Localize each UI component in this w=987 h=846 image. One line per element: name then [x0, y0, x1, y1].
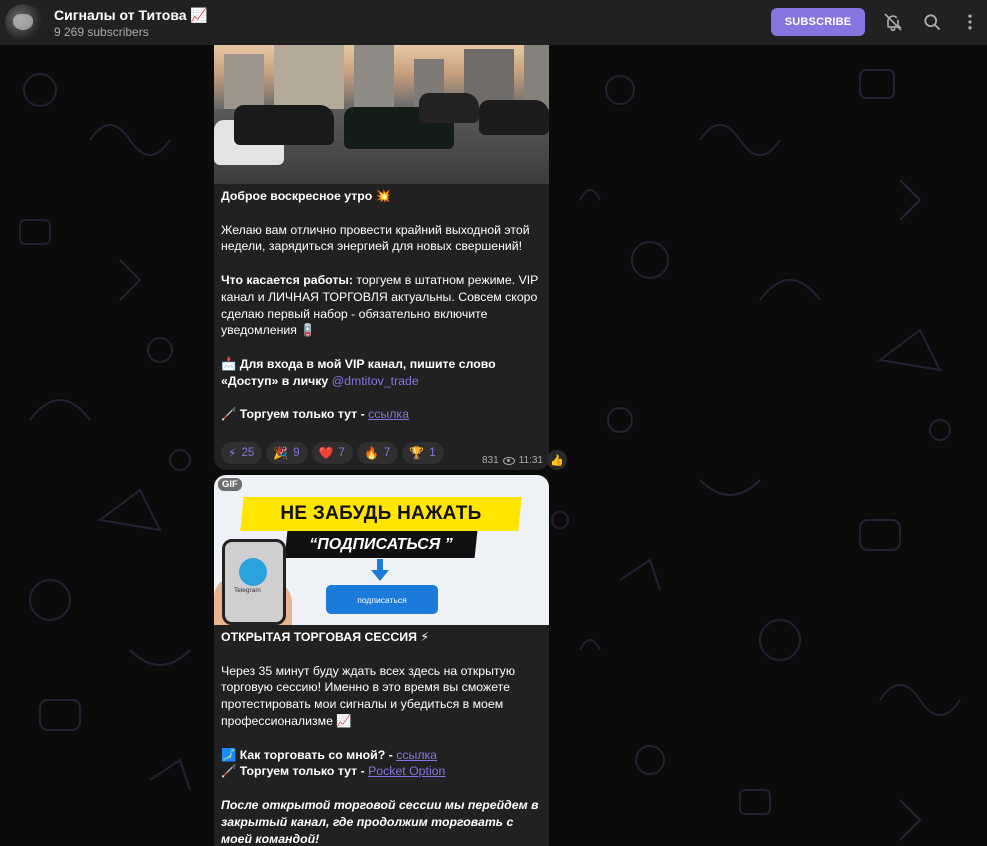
channel-info[interactable]: Сигналы от Титова 📈 9 269 subscribers: [54, 6, 208, 40]
message-text: Доброе воскресное утро 💥 Желаю вам отлич…: [214, 184, 549, 423]
search-icon[interactable]: [922, 12, 942, 32]
party-popper-icon: 🎉: [273, 446, 289, 460]
message-text: ОТКРЫТАЯ ТОРГОВАЯ СЕССИЯ ⚡ Через 35 мину…: [214, 625, 549, 846]
banner-subscribe-button: подписаться: [326, 585, 438, 614]
pocket-option-link[interactable]: Pocket Option: [368, 764, 445, 778]
fire-icon: 🔥: [363, 446, 379, 460]
reactions-bar: ⚡ 25 🎉 9 ❤️ 7 🔥 7 🏆 1: [221, 442, 444, 464]
banner-headline: НЕ ЗАБУДЬ НАЖАТЬ: [280, 503, 482, 524]
eye-icon: [502, 456, 515, 465]
message-title: ОТКРЫТАЯ ТОРГОВАЯ СЕССИЯ ⚡: [221, 630, 430, 644]
thumbs-up-icon: 👍: [550, 454, 564, 467]
reaction-lightning[interactable]: ⚡ 25: [221, 442, 263, 464]
message-paragraph: Что касается работы: торгуем в штатном р…: [221, 272, 542, 339]
channel-title: Сигналы от Титова 📈: [54, 7, 208, 23]
message-paragraph: 🦯 Торгуем только тут - Pocket Option: [221, 763, 542, 780]
heart-icon: ❤️: [318, 446, 334, 460]
reaction-fire[interactable]: 🔥 7: [356, 442, 399, 464]
reaction-count: 9: [293, 447, 300, 459]
message-meta: 831 11:31: [482, 455, 543, 466]
message-paragraph: После открытой торговой сессии мы перейд…: [221, 797, 539, 846]
message-paragraph: Через 35 минут буду ждать всех здесь на …: [221, 663, 516, 728]
reaction-count: 1: [429, 447, 436, 459]
subscriber-count: 9 269 subscribers: [54, 25, 149, 39]
message-photo[interactable]: [214, 45, 549, 184]
bold-text: 🦯 Торгуем только тут -: [221, 407, 365, 422]
trophy-icon: 🏆: [409, 446, 425, 460]
phone-label: Telegram: [234, 587, 261, 594]
message-bubble[interactable]: GIF НЕ ЗАБУДЬ НАЖАТЬ “ПОДПИСАТЬСЯ ” подп…: [214, 475, 549, 846]
message-time: 11:31: [518, 455, 543, 466]
message-gif[interactable]: GIF НЕ ЗАБУДЬ НАЖАТЬ “ПОДПИСАТЬСЯ ” подп…: [214, 475, 549, 625]
bell-off-icon[interactable]: [883, 12, 903, 32]
lightning-icon: ⚡: [228, 446, 237, 460]
quick-reaction-button[interactable]: 👍: [547, 450, 567, 470]
bold-text: 🦯 Торгуем только тут -: [221, 764, 365, 779]
message-bubble[interactable]: Доброе воскресное утро 💥 Желаю вам отлич…: [214, 45, 549, 470]
more-vertical-icon[interactable]: [960, 12, 980, 32]
view-count: 831: [482, 455, 499, 466]
trade-link[interactable]: ссылка: [368, 407, 409, 421]
subscribe-button[interactable]: SUBSCRIBE: [771, 8, 865, 36]
reaction-count: 25: [241, 447, 255, 459]
message-paragraph: 📩 Для входа в мой VIP канал, пишите слов…: [221, 356, 542, 390]
message-paragraph: 🗾 Как торговать со мной? - ссылка: [221, 747, 542, 764]
mention-link[interactable]: @dmtitov_trade: [332, 374, 419, 388]
banner-subheadline: “ПОДПИСАТЬСЯ ”: [309, 535, 453, 553]
reaction-party[interactable]: 🎉 9: [266, 442, 308, 464]
chat-header: Сигналы от Титова 📈 9 269 subscribers SU…: [0, 0, 987, 45]
bold-text: Что касается работы:: [221, 272, 353, 287]
reaction-count: 7: [338, 447, 345, 459]
message-paragraph: Желаю вам отлично провести крайний выход…: [221, 222, 530, 254]
how-to-trade-link[interactable]: ссылка: [396, 748, 437, 762]
reaction-heart[interactable]: ❤️ 7: [311, 442, 353, 464]
reaction-count: 7: [383, 447, 391, 459]
arrow-down-icon: [371, 559, 389, 581]
gif-badge: GIF: [218, 478, 242, 491]
reaction-trophy[interactable]: 🏆 1: [402, 442, 444, 464]
bold-text: 🗾 Как торговать со мной? -: [221, 747, 393, 762]
phone-illustration: [222, 539, 286, 625]
channel-avatar[interactable]: [5, 4, 42, 41]
message-paragraph: 🦯 Торгуем только тут - ссылка: [221, 406, 542, 423]
message-title: Доброе воскресное утро 💥: [221, 189, 392, 203]
